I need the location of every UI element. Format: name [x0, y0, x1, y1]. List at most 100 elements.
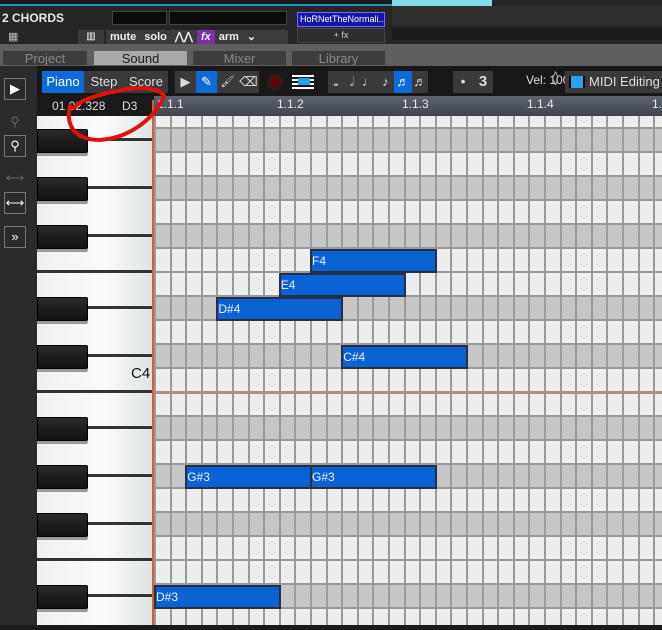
grid-row[interactable]: [152, 201, 662, 225]
arm-button[interactable]: arm: [215, 30, 243, 44]
ruler-label: 1.2: [652, 97, 662, 111]
note-grid[interactable]: F4 E4 D#4 C#4 G#3 G#3 D#3: [152, 116, 662, 625]
view-step-button[interactable]: Step: [84, 71, 124, 93]
ruler-label: 1.1.4: [527, 97, 554, 111]
quantize-icon[interactable]: [290, 71, 316, 93]
black-key[interactable]: [37, 129, 88, 153]
grid-column-line: [512, 116, 515, 625]
fx-button[interactable]: fx: [196, 30, 215, 44]
automation-icon[interactable]: ⋀⋀: [171, 30, 197, 44]
midi-note[interactable]: G#3: [310, 465, 437, 489]
grid-row[interactable]: [152, 369, 662, 393]
grid-row[interactable]: [152, 537, 662, 561]
grid-row[interactable]: [152, 225, 662, 249]
grid-column-line: [622, 116, 624, 625]
tab-sound[interactable]: Sound: [94, 51, 187, 65]
piano-roll-toggle-icon[interactable]: ▥: [78, 30, 104, 44]
velocity-spinner[interactable]: ˄ ˅: [553, 70, 558, 88]
zoom-out-icon[interactable]: ⚲: [4, 135, 26, 157]
add-fx-button[interactable]: + fx: [297, 28, 385, 43]
midi-editing-button[interactable]: MIDI Editing: [565, 71, 662, 93]
widen-icon[interactable]: ⟷: [4, 168, 26, 190]
ruler-label: 1.1.1: [157, 97, 184, 111]
velocity-field[interactable]: Vel: 100: [526, 73, 569, 87]
black-key[interactable]: [37, 417, 88, 441]
grid-column-line: [200, 116, 203, 625]
whole-note-icon[interactable]: 𝅝: [328, 71, 344, 93]
grid-row[interactable]: [152, 116, 662, 129]
dotted-note-button[interactable]: •: [453, 71, 473, 93]
brush-icon[interactable]: 🖌: [217, 71, 238, 93]
tab-mixer[interactable]: Mixer: [193, 51, 286, 65]
black-key[interactable]: [37, 345, 88, 369]
grid-column-line: [154, 116, 156, 625]
black-key[interactable]: [37, 177, 88, 201]
grid-column-line: [590, 116, 593, 625]
grid-column-line: [528, 116, 531, 625]
black-key[interactable]: [37, 465, 88, 489]
grid-row[interactable]: [152, 129, 662, 153]
track-header: 2 CHORDS ▦ ▥ mute solo ⋀⋀ fx arm ⌄ HoRNe…: [0, 0, 662, 44]
playhead[interactable]: [152, 100, 154, 630]
timeline-ruler[interactable]: 1.1.1 1.1.2 1.1.3 1.1.4 1.2: [154, 96, 662, 116]
midi-editing-label: MIDI Editing: [589, 74, 660, 89]
midi-note[interactable]: G#3: [185, 465, 312, 489]
grid-column-line: [232, 116, 234, 625]
black-key[interactable]: [37, 225, 88, 249]
narrow-icon[interactable]: ⟷: [4, 192, 26, 214]
pencil-icon[interactable]: ✎: [196, 71, 217, 93]
grid-row[interactable]: [152, 441, 662, 465]
black-key[interactable]: [37, 513, 88, 537]
track-name[interactable]: 2 CHORDS: [2, 11, 64, 25]
c4-marker-line: [154, 393, 662, 394]
timeline-scrollbar[interactable]: [392, 28, 662, 40]
grid-column-line: [450, 116, 453, 625]
quarter-note-icon[interactable]: ♩: [360, 71, 377, 93]
grid-column-line: [403, 116, 406, 625]
midi-note[interactable]: E4: [278, 273, 406, 297]
thirtysecond-note-icon[interactable]: ♬: [412, 71, 428, 93]
tab-project[interactable]: Project: [3, 51, 87, 65]
grid-row[interactable]: [152, 153, 662, 177]
plugin-slot[interactable]: HoRNetTheNormali...: [297, 12, 385, 27]
eraser-icon[interactable]: ⌫: [238, 71, 259, 93]
solo-button[interactable]: solo: [140, 30, 171, 44]
play-icon[interactable]: ▶: [4, 78, 26, 100]
midi-note[interactable]: F4: [310, 249, 437, 273]
grid-row[interactable]: [152, 417, 662, 441]
midi-note[interactable]: D#3: [154, 585, 281, 609]
left-toolbar: ▶ ⚲ ⚲ ⟷ ⟷ »: [0, 66, 37, 630]
level-meter-left: [112, 11, 167, 25]
black-key[interactable]: [37, 297, 88, 321]
pointer-icon[interactable]: ▶: [175, 71, 196, 93]
chevron-down-icon[interactable]: ⌄: [243, 30, 260, 44]
grid-row[interactable]: [152, 321, 662, 345]
grid-row[interactable]: [152, 513, 662, 537]
track-lane: [392, 6, 662, 26]
level-meter-right: [169, 11, 287, 25]
view-score-button[interactable]: Score: [124, 71, 168, 93]
grid-row[interactable]: [152, 393, 662, 417]
grid-row[interactable]: [152, 561, 662, 585]
grid-row[interactable]: [152, 489, 662, 513]
cursor-note: D3: [122, 99, 138, 113]
sixteenth-note-icon[interactable]: ♬: [394, 71, 412, 93]
view-piano-button[interactable]: Piano: [42, 71, 84, 93]
grid-row[interactable]: [152, 609, 662, 625]
grid-column-line: [637, 116, 640, 625]
eighth-note-icon[interactable]: ♪: [377, 71, 394, 93]
tab-library[interactable]: Library: [292, 51, 385, 65]
expand-icon[interactable]: »: [4, 226, 26, 248]
midi-note[interactable]: D#4: [216, 297, 344, 321]
triplet-button[interactable]: 3: [473, 71, 493, 93]
grid-row[interactable]: [152, 177, 662, 201]
zoom-in-icon[interactable]: ⚲: [4, 112, 26, 134]
black-key[interactable]: [37, 585, 88, 609]
mute-button[interactable]: mute: [106, 30, 140, 44]
grid-row[interactable]: [152, 273, 662, 297]
half-note-icon[interactable]: 𝅗𝅥: [344, 71, 360, 93]
grid-column-line: [419, 116, 422, 625]
midi-note[interactable]: C#4: [341, 345, 468, 369]
record-icon[interactable]: [264, 71, 286, 93]
cursor-time: 01 02.328: [52, 99, 106, 113]
